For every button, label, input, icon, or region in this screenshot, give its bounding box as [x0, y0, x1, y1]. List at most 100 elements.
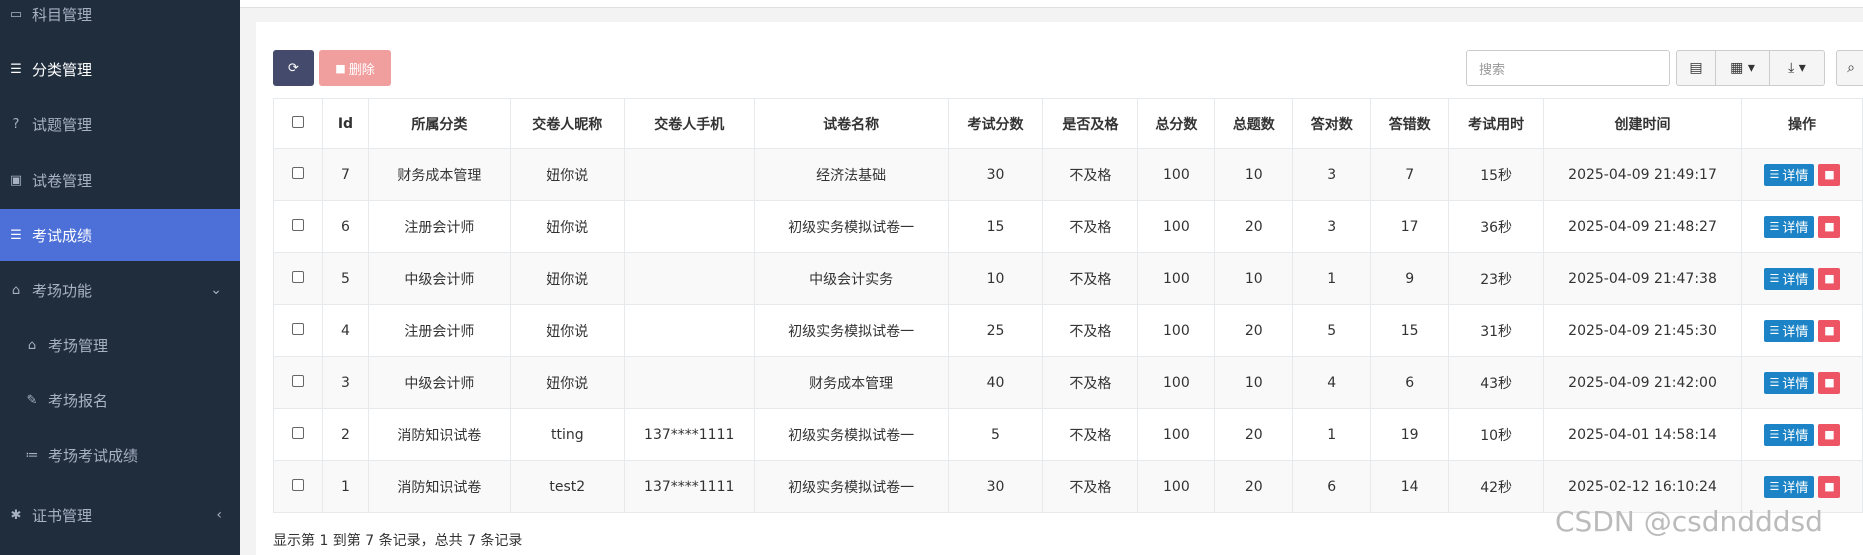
detail-label: 详情 — [1782, 377, 1809, 392]
row-delete-button[interactable]: ■ — [1818, 319, 1841, 342]
toggle-view-button[interactable]: ▤ — [1676, 50, 1716, 86]
detail-label: 详情 — [1782, 273, 1809, 288]
table-row[interactable]: 5 中级会计师 妞你说 中级会计实务 10 不及格 100 10 1 9 23秒 2025-04-09… — [273, 252, 1863, 305]
sidebar-item-venue-scores[interactable]: ≔ 考场考试成绩 — [0, 429, 240, 481]
table-row[interactable]: 2 消防知识试卷 tting 137****1111 初级实务模拟试卷一 5 不及格 100 2… — [273, 408, 1863, 461]
table-row[interactable]: 3 中级会计师 妞你说 财务成本管理 40 不及格 100 10 4 6 43秒 2025-04-09… — [273, 356, 1863, 409]
row-checkbox[interactable] — [291, 166, 304, 179]
row-select-cell — [273, 148, 323, 201]
row-delete-button[interactable]: ■ — [1818, 215, 1841, 238]
cell-paper: 财务成本管理 — [753, 356, 949, 409]
chevron-left-icon: ‹ — [216, 507, 222, 523]
detail-button[interactable]: ☰ 详情 — [1763, 267, 1815, 290]
cell-questions: 20 — [1214, 200, 1294, 253]
cell-nickname: 妞你说 — [509, 252, 625, 305]
scores-table: Id 所属分类 交卷人昵称 交卷人手机 试卷名称 考试分数 是否及格 总分数 总… — [273, 98, 1863, 513]
col-header-created[interactable]: 创建时间 — [1543, 98, 1742, 149]
row-checkbox[interactable] — [291, 426, 304, 439]
cell-category: 注册会计师 — [367, 200, 511, 253]
sidebar-item-venue-signup[interactable]: ✎ 考场报名 — [0, 374, 240, 426]
col-header-nickname[interactable]: 交卷人昵称 — [509, 98, 625, 149]
row-checkbox[interactable] — [291, 270, 304, 283]
pagination-info: 显示第 1 到第 7 条记录，总共 7 条记录 — [273, 533, 523, 549]
table-row[interactable]: 4 注册会计师 妞你说 初级实务模拟试卷一 25 不及格 100 20 5 15 31秒 2025-0… — [273, 304, 1863, 357]
cell-category: 注册会计师 — [367, 304, 511, 357]
row-delete-button[interactable]: ■ — [1818, 475, 1841, 498]
sidebar-item-subject[interactable]: ▭ 科目管理 — [0, 0, 240, 40]
cell-time: 43秒 — [1448, 356, 1545, 409]
list-icon: ☰ — [1769, 220, 1780, 233]
refresh-button[interactable]: ⟳ — [273, 50, 314, 86]
row-checkbox[interactable] — [291, 218, 304, 231]
map-icon: ▭ — [9, 6, 23, 22]
cell-pass: 不及格 — [1042, 460, 1139, 513]
col-header-score[interactable]: 考试分数 — [947, 98, 1044, 149]
col-header-wrong[interactable]: 答错数 — [1370, 98, 1450, 149]
home-icon: ⌂ — [11, 282, 21, 298]
sidebar-item-exam-venue[interactable]: ⌂ 考场功能 ⌄ — [0, 264, 240, 316]
cell-pass: 不及格 — [1042, 408, 1139, 461]
question-circle-icon: ? — [12, 116, 20, 132]
table-row[interactable]: 7 财务成本管理 妞你说 经济法基础 30 不及格 100 10 3 7 15秒 2025-04-09… — [273, 148, 1863, 201]
cell-id: 6 — [321, 200, 369, 253]
sidebar-item-certificates[interactable]: ✱ 证书管理 ‹ — [0, 489, 240, 541]
export-button[interactable]: ⤓ ▾ — [1769, 50, 1825, 86]
detail-button[interactable]: ☰ 详情 — [1763, 163, 1815, 186]
detail-button[interactable]: ☰ 详情 — [1763, 371, 1815, 394]
col-header-category[interactable]: 所属分类 — [367, 98, 511, 149]
row-delete-button[interactable]: ■ — [1818, 423, 1841, 446]
row-checkbox[interactable] — [291, 478, 304, 491]
cell-pass: 不及格 — [1042, 148, 1139, 201]
cell-correct: 1 — [1292, 408, 1372, 461]
row-delete-button[interactable]: ■ — [1818, 267, 1841, 290]
list-icon: ☰ — [1769, 480, 1780, 493]
row-checkbox[interactable] — [291, 374, 304, 387]
col-header-id[interactable]: Id — [321, 98, 369, 149]
cell-pass: 不及格 — [1042, 304, 1139, 357]
sidebar-item-scores[interactable]: ☰ 考试成绩 — [0, 209, 240, 261]
cell-category: 消防知识试卷 — [367, 460, 511, 513]
sidebar-item-venue-manage[interactable]: ⌂ 考场管理 — [0, 319, 240, 371]
sidebar-item-papers[interactable]: ▣ 试卷管理 — [0, 154, 240, 206]
table-row[interactable]: 6 注册会计师 妞你说 初级实务模拟试卷一 15 不及格 100 20 3 17 36秒 2025-0… — [273, 200, 1863, 253]
row-delete-button[interactable]: ■ — [1818, 371, 1841, 394]
col-header-correct[interactable]: 答对数 — [1292, 98, 1372, 149]
cell-time: 31秒 — [1448, 304, 1545, 357]
cell-pass: 不及格 — [1042, 252, 1139, 305]
delete-button[interactable]: ■ 删除 — [319, 50, 391, 86]
cell-id: 1 — [321, 460, 369, 513]
search-button[interactable]: ⌕ — [1836, 50, 1863, 86]
cell-nickname: test2 — [509, 460, 625, 513]
row-select-cell — [273, 356, 323, 409]
select-all-checkbox[interactable] — [291, 115, 304, 128]
col-header-time[interactable]: 考试用时 — [1448, 98, 1545, 149]
sidebar-item-label: 考试成绩 — [32, 226, 93, 245]
detail-button[interactable]: ☰ 详情 — [1763, 475, 1815, 498]
detail-button[interactable]: ☰ 详情 — [1763, 319, 1815, 342]
cell-time: 36秒 — [1448, 200, 1545, 253]
cell-nickname: 妞你说 — [509, 356, 625, 409]
table-header-row: Id 所属分类 交卷人昵称 交卷人手机 试卷名称 考试分数 是否及格 总分数 总… — [273, 98, 1863, 149]
columns-button[interactable]: ▦ ▾ — [1715, 50, 1770, 86]
row-delete-button[interactable]: ■ — [1818, 163, 1841, 186]
select-all-cell — [273, 98, 323, 149]
cell-questions: 20 — [1214, 408, 1294, 461]
detail-button[interactable]: ☰ 详情 — [1763, 423, 1815, 446]
sidebar-item-category[interactable]: ☰ 分类管理 — [0, 43, 240, 95]
detail-button[interactable]: ☰ 详情 — [1763, 215, 1815, 238]
cell-id: 4 — [321, 304, 369, 357]
col-header-phone[interactable]: 交卷人手机 — [623, 98, 755, 149]
col-header-total[interactable]: 总分数 — [1137, 98, 1216, 149]
id-card-icon: ▣ — [9, 172, 23, 188]
cell-score: 30 — [947, 148, 1044, 201]
col-header-questions[interactable]: 总题数 — [1214, 98, 1294, 149]
sidebar-item-questions[interactable]: ? 试题管理 — [0, 98, 240, 150]
col-header-pass[interactable]: 是否及格 — [1042, 98, 1139, 149]
col-header-actions: 操作 — [1740, 98, 1863, 149]
list-icon: ☰ — [1769, 376, 1780, 389]
row-checkbox[interactable] — [291, 322, 304, 335]
col-header-paper[interactable]: 试卷名称 — [753, 98, 949, 149]
cell-wrong: 15 — [1370, 304, 1450, 357]
search-input[interactable]: 搜索 — [1466, 50, 1670, 86]
cell-id: 7 — [321, 148, 369, 201]
